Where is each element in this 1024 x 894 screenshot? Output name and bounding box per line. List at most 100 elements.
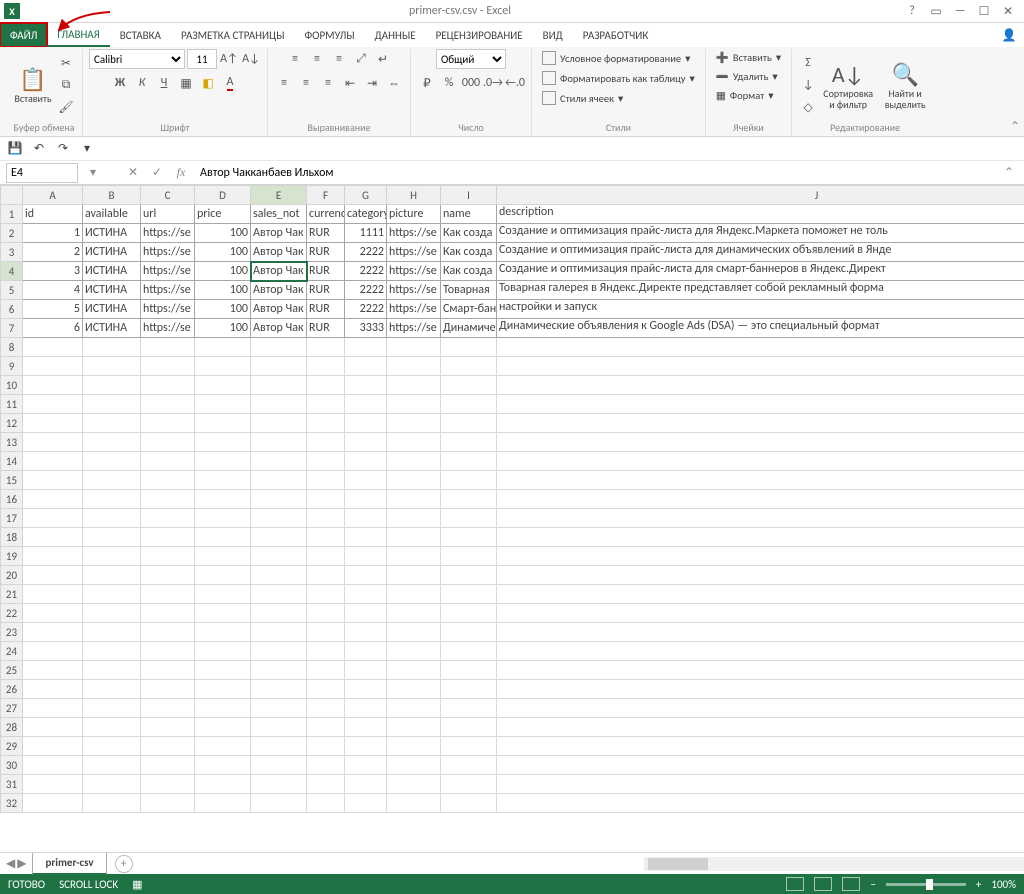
delete-cells-button[interactable]: ➖ Удалить ▾ bbox=[712, 68, 782, 85]
cell[interactable]: Создание и оптимизация прайс-листа для Я… bbox=[497, 224, 1024, 243]
macro-record-icon[interactable]: ▦ bbox=[132, 878, 142, 891]
cell[interactable] bbox=[387, 642, 441, 661]
help-icon[interactable]: ? bbox=[900, 2, 924, 20]
cell[interactable]: https://se bbox=[387, 319, 441, 338]
cell[interactable]: 100 bbox=[195, 319, 251, 338]
row-header[interactable]: 22 bbox=[1, 604, 23, 623]
increase-decimal-icon[interactable]: .0→ bbox=[483, 73, 503, 93]
cell[interactable] bbox=[387, 338, 441, 357]
cell[interactable] bbox=[441, 395, 497, 414]
cell[interactable] bbox=[141, 718, 195, 737]
cell[interactable] bbox=[387, 433, 441, 452]
minimize-icon[interactable]: — bbox=[948, 2, 972, 20]
cell[interactable] bbox=[23, 338, 83, 357]
cell[interactable] bbox=[345, 585, 387, 604]
cell[interactable] bbox=[141, 547, 195, 566]
cell[interactable] bbox=[307, 414, 345, 433]
cell[interactable]: https://se bbox=[141, 319, 195, 338]
cell[interactable] bbox=[83, 604, 141, 623]
cell[interactable] bbox=[83, 490, 141, 509]
cell[interactable]: https://se bbox=[387, 224, 441, 243]
row-header[interactable]: 16 bbox=[1, 490, 23, 509]
zoom-out-icon[interactable]: − bbox=[870, 878, 875, 891]
cell[interactable] bbox=[387, 357, 441, 376]
cell[interactable] bbox=[83, 471, 141, 490]
cell[interactable] bbox=[387, 794, 441, 813]
cell[interactable] bbox=[497, 737, 1024, 756]
cell[interactable] bbox=[251, 547, 307, 566]
cell[interactable] bbox=[251, 338, 307, 357]
cell[interactable] bbox=[83, 756, 141, 775]
tab-formulas[interactable]: ФОРМУЛЫ bbox=[294, 23, 364, 47]
cell[interactable] bbox=[141, 585, 195, 604]
zoom-value[interactable]: 100% bbox=[991, 878, 1016, 891]
cell[interactable] bbox=[251, 566, 307, 585]
cell[interactable] bbox=[441, 566, 497, 585]
cell[interactable] bbox=[307, 376, 345, 395]
cell[interactable] bbox=[251, 680, 307, 699]
cell[interactable] bbox=[195, 661, 251, 680]
cell[interactable] bbox=[387, 775, 441, 794]
increase-font-icon[interactable]: A↑ bbox=[219, 49, 239, 69]
cell[interactable] bbox=[141, 756, 195, 775]
cell[interactable] bbox=[497, 414, 1024, 433]
cell[interactable] bbox=[387, 566, 441, 585]
cell[interactable] bbox=[387, 680, 441, 699]
row-header[interactable]: 28 bbox=[1, 718, 23, 737]
cell[interactable] bbox=[497, 433, 1024, 452]
save-icon[interactable]: 💾 bbox=[6, 140, 24, 158]
cell[interactable] bbox=[441, 756, 497, 775]
cell[interactable] bbox=[307, 433, 345, 452]
col-header-F[interactable]: F bbox=[307, 186, 345, 205]
cell[interactable]: ИСТИНА bbox=[83, 243, 141, 262]
cell[interactable] bbox=[195, 699, 251, 718]
cell[interactable] bbox=[497, 528, 1024, 547]
cell[interactable]: RUR bbox=[307, 262, 345, 281]
cell[interactable] bbox=[307, 661, 345, 680]
row-header[interactable]: 21 bbox=[1, 585, 23, 604]
cell[interactable] bbox=[345, 414, 387, 433]
cell[interactable] bbox=[83, 433, 141, 452]
cell[interactable]: Смарт-бан bbox=[441, 300, 497, 319]
row-header[interactable]: 6 bbox=[1, 300, 23, 319]
fill-color-button[interactable]: ◧ bbox=[198, 73, 218, 93]
cell[interactable] bbox=[251, 471, 307, 490]
cell[interactable] bbox=[83, 680, 141, 699]
cell[interactable] bbox=[251, 756, 307, 775]
cell[interactable] bbox=[387, 414, 441, 433]
row-header[interactable]: 29 bbox=[1, 737, 23, 756]
cell[interactable] bbox=[307, 509, 345, 528]
cell[interactable] bbox=[345, 490, 387, 509]
cell[interactable] bbox=[387, 452, 441, 471]
cell[interactable] bbox=[141, 528, 195, 547]
align-bottom-icon[interactable]: ≡ bbox=[329, 49, 349, 69]
cell[interactable] bbox=[141, 737, 195, 756]
cell[interactable] bbox=[23, 585, 83, 604]
cell[interactable] bbox=[251, 737, 307, 756]
decrease-font-icon[interactable]: A↓ bbox=[241, 49, 261, 69]
row-header[interactable]: 19 bbox=[1, 547, 23, 566]
cell[interactable] bbox=[441, 528, 497, 547]
cell[interactable] bbox=[497, 490, 1024, 509]
cell[interactable] bbox=[497, 794, 1024, 813]
cell[interactable] bbox=[23, 623, 83, 642]
cell[interactable] bbox=[497, 756, 1024, 775]
cell[interactable] bbox=[251, 395, 307, 414]
cell[interactable] bbox=[141, 395, 195, 414]
cell[interactable] bbox=[23, 490, 83, 509]
cell[interactable] bbox=[345, 338, 387, 357]
cell[interactable] bbox=[497, 547, 1024, 566]
tab-page-layout[interactable]: РАЗМЕТКА СТРАНИЦЫ bbox=[171, 23, 295, 47]
cell[interactable] bbox=[497, 585, 1024, 604]
cell[interactable]: 2222 bbox=[345, 243, 387, 262]
cell[interactable] bbox=[23, 547, 83, 566]
cell[interactable]: RUR bbox=[307, 281, 345, 300]
cell[interactable]: https://se bbox=[141, 243, 195, 262]
enter-formula-icon[interactable]: ✓ bbox=[148, 164, 166, 182]
cell[interactable] bbox=[441, 376, 497, 395]
row-header[interactable]: 12 bbox=[1, 414, 23, 433]
cell[interactable] bbox=[195, 452, 251, 471]
col-header-D[interactable]: D bbox=[195, 186, 251, 205]
font-size-input[interactable] bbox=[187, 49, 217, 69]
row-header[interactable]: 23 bbox=[1, 623, 23, 642]
